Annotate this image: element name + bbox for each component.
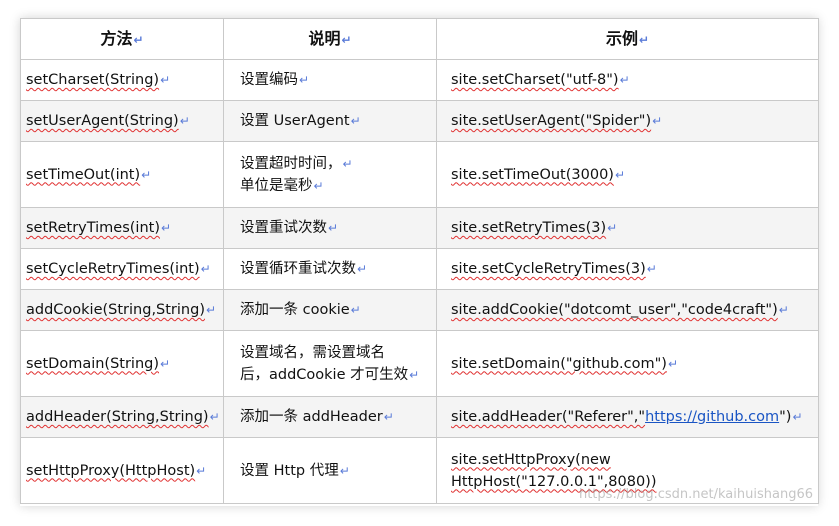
watermark: https://blog.csdn.net/kaihuishang66 (578, 487, 813, 502)
example-cell: site.setCycleRetryTimes(3)↵ (436, 248, 819, 290)
table-row: setCharset(String)↵ 设置编码↵ site.setCharse… (20, 59, 819, 101)
desc-cell: 设置 UserAgent↵ (223, 100, 437, 142)
method-cell: addHeader(String,String)↵ (20, 396, 224, 438)
method-cell: addCookie(String,String)↵ (20, 289, 224, 331)
desc-cell: 设置域名，需设置域名 后，addCookie 才可生效↵ (223, 330, 437, 397)
table-row: setTimeOut(int)↵ 设置超时时间，↵ 单位是毫秒↵ site.set… (20, 141, 819, 208)
table-row: setUserAgent(String)↵ 设置 UserAgent↵ site… (20, 100, 819, 142)
table-row: setRetryTimes(int)↵ 设置重试次数↵ site.setRetr… (20, 207, 819, 249)
table-row: setDomain(String)↵ 设置域名，需设置域名 后，addCookie… (20, 330, 819, 397)
desc-cell: 设置编码↵ (223, 59, 437, 101)
header-example: 示例↵ (436, 18, 819, 60)
desc-cell: 设置重试次数↵ (223, 207, 437, 249)
method-cell: setRetryTimes(int)↵ (20, 207, 224, 249)
method-cell: setCharset(String)↵ (20, 59, 224, 101)
example-cell: site.setCharset("utf-8")↵ (436, 59, 819, 101)
document-table-card: 方法↵ 说明↵ 示例↵ setCharset(String)↵ 设置编码↵ si… (20, 18, 819, 506)
table-row: addHeader(String,String)↵ 添加一条 addHeader… (20, 396, 819, 438)
desc-cell: 设置循环重试次数↵ (223, 248, 437, 290)
desc-cell: 添加一条 cookie↵ (223, 289, 437, 331)
example-cell: site.setUserAgent("Spider")↵ (436, 100, 819, 142)
example-cell: site.setTimeOut(3000)↵ (436, 141, 819, 208)
api-table: 方法↵ 说明↵ 示例↵ setCharset(String)↵ 设置编码↵ si… (20, 18, 819, 504)
header-desc: 说明↵ (223, 18, 437, 60)
method-cell: setDomain(String)↵ (20, 330, 224, 397)
example-cell: site.addCookie("dotcomt_user","code4craf… (436, 289, 819, 331)
desc-cell: 设置超时时间，↵ 单位是毫秒↵ (223, 141, 437, 208)
github-link[interactable]: https://github.com (645, 409, 779, 425)
example-cell: site.addHeader("Referer","https://github… (436, 396, 819, 438)
method-cell: setUserAgent(String)↵ (20, 100, 224, 142)
header-row: 方法↵ 说明↵ 示例↵ (20, 18, 819, 60)
desc-cell: 添加一条 addHeader↵ (223, 396, 437, 438)
table-row: addCookie(String,String)↵ 添加一条 cookie↵ s… (20, 289, 819, 331)
header-method: 方法↵ (20, 18, 224, 60)
example-cell: site.setRetryTimes(3)↵ (436, 207, 819, 249)
desc-cell: 设置 Http 代理↵ (223, 437, 437, 504)
table-row: setCycleRetryTimes(int)↵ 设置循环重试次数↵ site.… (20, 248, 819, 290)
example-cell: site.setDomain("github.com")↵ (436, 330, 819, 397)
method-cell: setHttpProxy(HttpHost)↵ (20, 437, 224, 504)
method-cell: setCycleRetryTimes(int)↵ (20, 248, 224, 290)
method-cell: setTimeOut(int)↵ (20, 141, 224, 208)
